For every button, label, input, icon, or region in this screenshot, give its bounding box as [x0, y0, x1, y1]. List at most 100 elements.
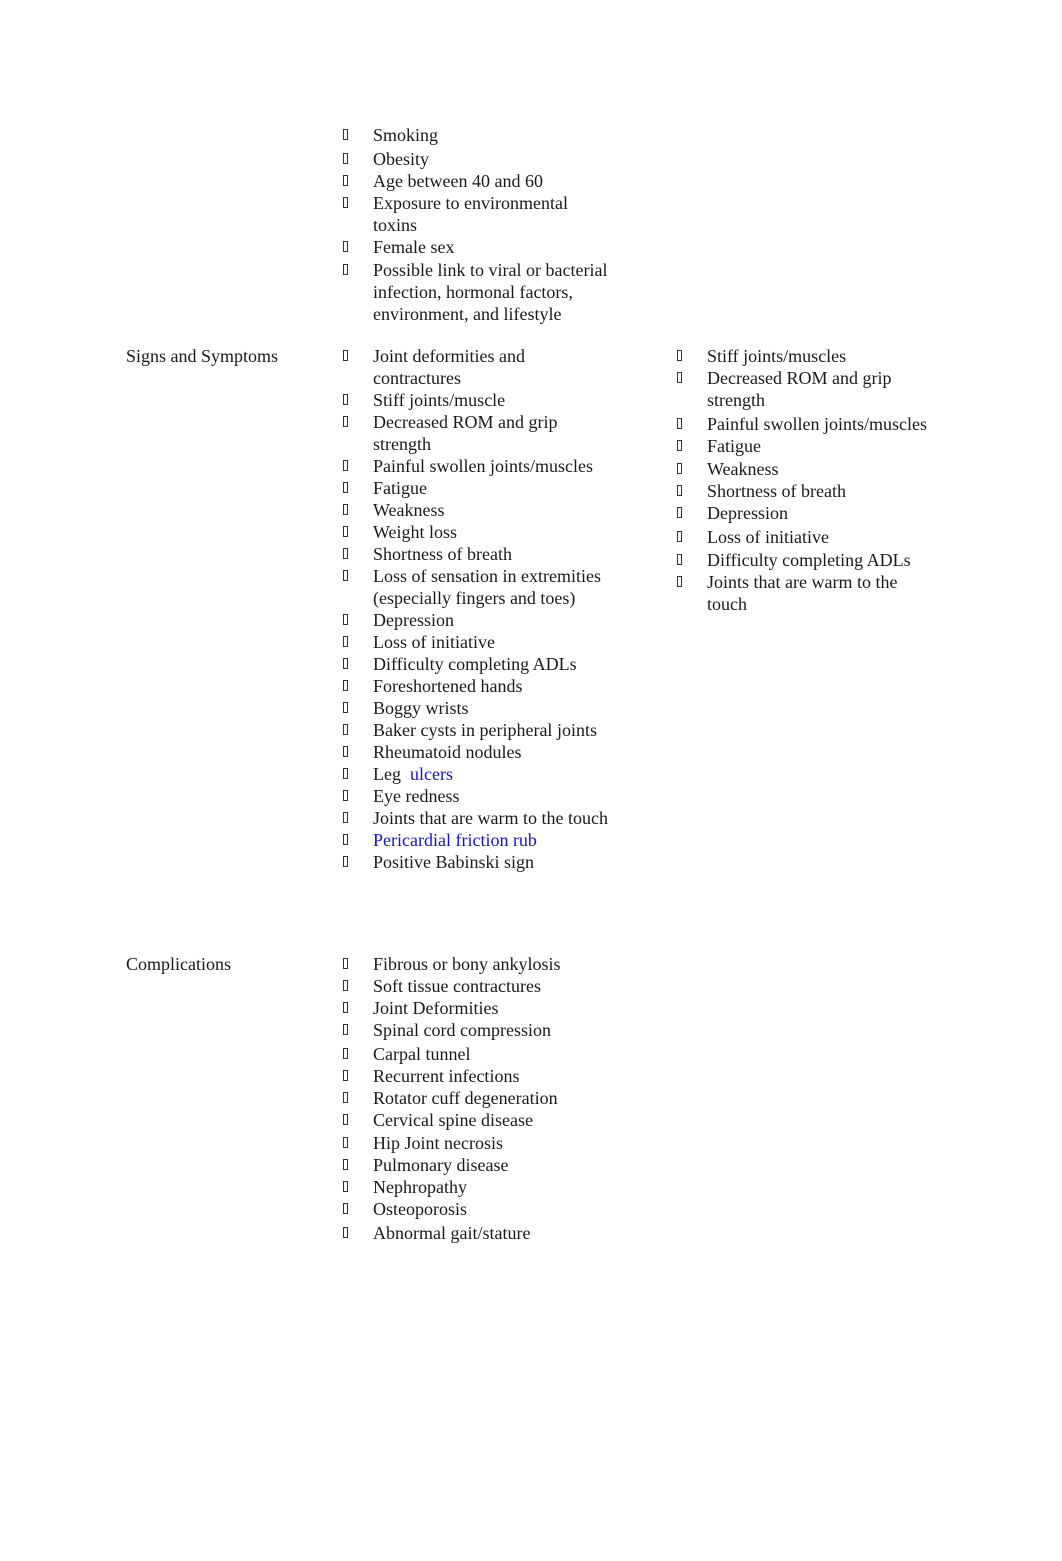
- list-item: Fibrous or bony ankylosis: [340, 953, 615, 975]
- bullet-icon: [343, 1024, 348, 1035]
- list-item-text: Loss of sensation in extremities (especi…: [373, 566, 601, 608]
- signs-symptoms-column: Joint deformities and contractures Stiff …: [340, 345, 615, 873]
- list-item-text: Positive Babinski sign: [373, 852, 535, 872]
- list-item: Smoking: [340, 124, 615, 146]
- hyperlink[interactable]: ulcers: [410, 764, 453, 784]
- document-page: Smoking Obesity Age between 40 and 60 Expos…: [0, 0, 1062, 1561]
- list-item-text: Painful swollen joints/muscles: [707, 413, 927, 434]
- list-item-text: Depression: [373, 610, 454, 630]
- list-item-text: Fatigue: [373, 478, 427, 498]
- list-item: Joints that are warm to the touch: [340, 807, 615, 829]
- list-item-text: Difficulty completing ADLs: [373, 654, 577, 674]
- bullet-icon: [343, 548, 348, 559]
- list-item: Osteoporosis: [340, 1198, 615, 1220]
- list-item-text: Exposure to environmental toxins: [373, 192, 568, 235]
- list-item-text: Depression: [707, 503, 788, 523]
- bullet-icon: [343, 196, 348, 208]
- list-item: Foreshortened hands: [340, 675, 615, 697]
- bullet-icon: [677, 507, 682, 518]
- list-item: Painful swollen joints/muscles: [340, 455, 615, 477]
- bullet-icon: [343, 980, 348, 991]
- list-item-text: Possible link to viral or bacterial infe…: [373, 260, 608, 324]
- list-item: Weakness: [674, 458, 939, 480]
- bullet-icon: [343, 1203, 348, 1214]
- bullet-icon: [343, 416, 348, 427]
- list-item: Difficulty completing ADLs: [340, 653, 615, 675]
- bullet-icon: [343, 570, 348, 581]
- list-item: Pulmonary disease: [340, 1154, 615, 1176]
- bullet-icon: [343, 768, 348, 779]
- bullet-icon: [343, 460, 348, 471]
- list-item: Spinal cord compression: [340, 1019, 615, 1041]
- list-item: Leg ulcers: [340, 763, 615, 785]
- list-item-text: Shortness of breath: [373, 544, 512, 564]
- list-item: Fatigue: [674, 435, 939, 457]
- list-item: Fatigue: [340, 477, 615, 499]
- bullet-icon: [343, 1226, 348, 1238]
- bullet-icon: [343, 636, 348, 647]
- list-item-text: Foreshortened hands: [373, 676, 523, 696]
- list-item-text: Spinal cord compression: [373, 1020, 551, 1040]
- bullet-icon: [343, 482, 348, 493]
- list-item: Stiff joints/muscles: [674, 345, 939, 367]
- list-item-text: Shortness of breath: [707, 481, 846, 501]
- hyperlink[interactable]: Pericardial friction rub: [373, 830, 537, 850]
- list-item: Positive Babinski sign: [340, 851, 615, 873]
- list-item-text: Joint deformities and contractures: [373, 346, 525, 388]
- bullet-icon: [677, 485, 682, 496]
- list-item-text: Female sex: [373, 236, 455, 257]
- list-item: Depression: [340, 609, 615, 631]
- list-item: Eye redness: [340, 785, 615, 807]
- list-item: Joints that are warm to the touch: [674, 571, 939, 615]
- list-item: Weight loss: [340, 521, 615, 543]
- list-item-text: Weakness: [373, 500, 445, 520]
- bullet-icon: [343, 1181, 348, 1192]
- bullet-icon: [343, 746, 348, 757]
- list-item: Carpal tunnel: [340, 1043, 615, 1065]
- list-item: Joint deformities and contractures: [340, 345, 615, 389]
- signs-symptoms-list: Joint deformities and contractures Stiff …: [340, 345, 615, 873]
- list-item-text: Boggy wrists: [373, 698, 469, 718]
- list-item: Painful swollen joints/muscles: [674, 413, 939, 435]
- list-item: Decreased ROM and grip strength: [340, 411, 615, 455]
- bullet-icon: [677, 372, 682, 383]
- bullet-icon: [677, 554, 682, 565]
- list-item: Joint Deformities: [340, 997, 615, 1019]
- bullet-icon: [343, 394, 348, 405]
- list-item: Difficulty completing ADLs: [674, 549, 939, 571]
- list-item-text: Eye redness: [373, 786, 460, 806]
- bullet-icon: [677, 463, 682, 474]
- list-item-text: Smoking: [373, 125, 439, 145]
- complications-column: Fibrous or bony ankylosis Soft tissue con…: [340, 953, 615, 1244]
- list-item-text: Recurrent infections: [373, 1065, 520, 1086]
- list-item-text: Rheumatoid nodules: [373, 742, 522, 762]
- list-item-text: Cervical spine disease: [373, 1109, 533, 1130]
- bullet-icon: [343, 1091, 348, 1103]
- patient-signs-list: Stiff joints/muscles Decreased ROM and gr…: [674, 345, 939, 615]
- list-item: Pericardial friction rub: [340, 829, 615, 851]
- bullet-icon: [343, 702, 348, 713]
- list-item: Decreased ROM and grip strength: [674, 367, 939, 411]
- risk-factors-list: Smoking Obesity Age between 40 and 60 Expos…: [340, 124, 615, 325]
- bullet-icon: [343, 350, 348, 361]
- list-item-text: Fibrous or bony ankylosis: [373, 954, 561, 974]
- list-item: Depression: [674, 502, 939, 524]
- bullet-icon: [677, 530, 682, 542]
- list-item-text: Abnormal gait/stature: [373, 1222, 531, 1243]
- list-item: Hip Joint necrosis: [340, 1132, 615, 1154]
- list-item: Boggy wrists: [340, 697, 615, 719]
- list-item-text: Nephropathy: [373, 1177, 467, 1197]
- list-item: Weakness: [340, 499, 615, 521]
- bullet-icon: [343, 129, 348, 140]
- list-item: Possible link to viral or bacterial infe…: [340, 259, 615, 325]
- bullet-icon: [343, 658, 348, 669]
- list-item-text: Fatigue: [707, 435, 761, 456]
- bullet-icon: [343, 1002, 348, 1013]
- list-item-text: Leg: [373, 764, 401, 784]
- list-item-text: Stiff joints/muscle: [373, 390, 506, 410]
- bullet-icon: [343, 264, 348, 275]
- list-item-text: Obesity: [373, 148, 429, 169]
- list-item-text: Stiff joints/muscles: [707, 346, 847, 366]
- risk-factors-column: Smoking Obesity Age between 40 and 60 Expos…: [340, 124, 615, 325]
- bullet-icon: [343, 1113, 348, 1125]
